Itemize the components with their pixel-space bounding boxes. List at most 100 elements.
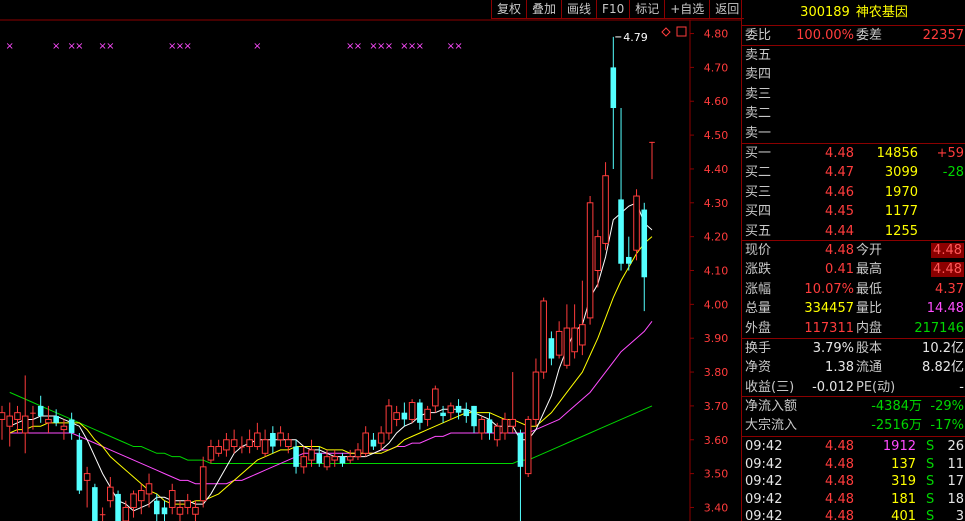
candle-up[interactable]	[432, 385, 439, 413]
candle-body	[316, 453, 323, 464]
candle-up[interactable]	[524, 416, 532, 477]
candle-up[interactable]	[21, 375, 29, 454]
candle-down[interactable]	[293, 439, 299, 474]
candle-up[interactable]	[246, 429, 253, 454]
y-tick-label: 4.80	[704, 28, 729, 41]
candle-up[interactable]	[354, 443, 362, 461]
quote-value: 217146	[914, 320, 964, 336]
candle-up[interactable]	[571, 304, 578, 359]
tick-row: 09:42 4.48 1912 S 26	[742, 437, 965, 456]
candle-body	[548, 338, 555, 359]
candle-down[interactable]	[115, 490, 121, 521]
signal-marker: ×	[6, 41, 14, 52]
candle-down[interactable]	[161, 500, 168, 521]
candle-up[interactable]	[393, 405, 400, 427]
candle-up[interactable]	[230, 429, 238, 454]
candle-down[interactable]	[463, 402, 470, 423]
toolbar-button[interactable]: F10	[596, 0, 630, 19]
toolbar-button[interactable]: 复权	[491, 0, 527, 19]
candle-up[interactable]	[478, 416, 486, 440]
candle-down[interactable]	[270, 426, 276, 454]
candle-up[interactable]	[633, 189, 640, 261]
candle-down[interactable]	[68, 412, 75, 440]
candle-up[interactable]	[138, 483, 145, 515]
candle-up[interactable]	[308, 439, 315, 467]
candle-up[interactable]	[199, 456, 207, 508]
candle-up[interactable]	[493, 422, 501, 447]
candle-down[interactable]	[417, 399, 423, 430]
candle-down[interactable]	[37, 395, 44, 423]
tick-time: 09:42	[745, 509, 783, 521]
candle-down[interactable]	[76, 432, 83, 494]
candle-up[interactable]	[168, 483, 176, 515]
sell-order-label: 卖五	[745, 48, 772, 63]
toolbar-button[interactable]: 叠加	[526, 0, 562, 19]
candle-up[interactable]	[362, 426, 369, 457]
candle-up[interactable]	[83, 466, 91, 508]
candle-up[interactable]	[563, 304, 571, 369]
candle-body	[68, 419, 75, 433]
candle-up[interactable]	[130, 490, 137, 518]
candle-up[interactable]	[555, 321, 563, 359]
candle-up[interactable]	[447, 402, 455, 420]
candle-body	[517, 432, 524, 467]
quote-value: 334457	[804, 301, 854, 317]
tick-row: 09:42 4.48 137 S 11	[742, 455, 965, 474]
candle-down[interactable]	[618, 108, 624, 271]
candle-down[interactable]	[486, 412, 493, 440]
toolbar-button[interactable]: 返回	[709, 0, 745, 19]
candle-down[interactable]	[370, 432, 377, 450]
candle-down[interactable]	[610, 36, 617, 169]
candle-down[interactable]	[471, 405, 477, 433]
quote-label: 内盘	[856, 320, 883, 336]
candle-up[interactable]	[509, 372, 516, 433]
candle-up[interactable]	[6, 402, 14, 447]
candle-down[interactable]	[153, 493, 160, 521]
stock-title: 300189 神农基因	[742, 0, 965, 26]
candle-body	[14, 412, 21, 420]
candle-up[interactable]	[184, 493, 192, 515]
candle-down[interactable]	[626, 236, 632, 271]
toolbar-button[interactable]: +自选	[664, 0, 710, 19]
candle-up[interactable]	[331, 449, 339, 467]
candle-up[interactable]	[0, 405, 6, 440]
candle-up[interactable]	[408, 399, 416, 423]
candle-down[interactable]	[440, 405, 446, 423]
diamond-icon	[661, 27, 671, 37]
quote-row: 总量 334457 量比 14.48	[742, 299, 965, 318]
candle-up[interactable]	[424, 405, 431, 427]
candle-down[interactable]	[401, 402, 408, 427]
candle-up[interactable]	[107, 476, 114, 508]
candle-up[interactable]	[501, 412, 509, 440]
quote-row: 现价 4.48 今开 4.48	[742, 241, 965, 260]
candle-body	[161, 507, 168, 515]
candle-down[interactable]	[92, 483, 98, 521]
candle-up[interactable]	[207, 439, 215, 464]
candlestick-chart[interactable]: 4.80 4.70 4.60 4.50 4.40 4.30 4.20 4.10 4.00 3.90…	[0, 0, 741, 521]
candle-up[interactable]	[649, 141, 655, 180]
candle-down[interactable]	[548, 331, 555, 366]
candle-up[interactable]	[261, 429, 269, 457]
candle-up[interactable]	[215, 439, 222, 457]
candle-up[interactable]	[99, 507, 106, 521]
candle-up[interactable]	[377, 426, 385, 450]
candle-up[interactable]	[239, 436, 245, 454]
candle-body	[138, 490, 145, 502]
candle-up[interactable]	[602, 162, 609, 251]
toolbar-button[interactable]: 标记	[629, 0, 665, 19]
candle-body	[145, 483, 153, 495]
quote-row: 涨幅 10.07% 最低 4.37	[742, 280, 965, 299]
candle-up[interactable]	[540, 297, 547, 379]
toolbar-button[interactable]: 画线	[561, 0, 597, 19]
candle-down[interactable]	[517, 429, 524, 521]
candle-up[interactable]	[14, 405, 21, 433]
candle-down[interactable]	[641, 202, 648, 312]
candle-up[interactable]	[300, 446, 308, 474]
candle-up[interactable]	[254, 422, 261, 450]
candle-up[interactable]	[586, 196, 594, 325]
candle-up[interactable]	[223, 432, 230, 457]
candle-down[interactable]	[339, 453, 346, 467]
candle-up[interactable]	[385, 399, 393, 440]
candle-up[interactable]	[532, 358, 540, 427]
candle-up[interactable]	[277, 426, 284, 447]
